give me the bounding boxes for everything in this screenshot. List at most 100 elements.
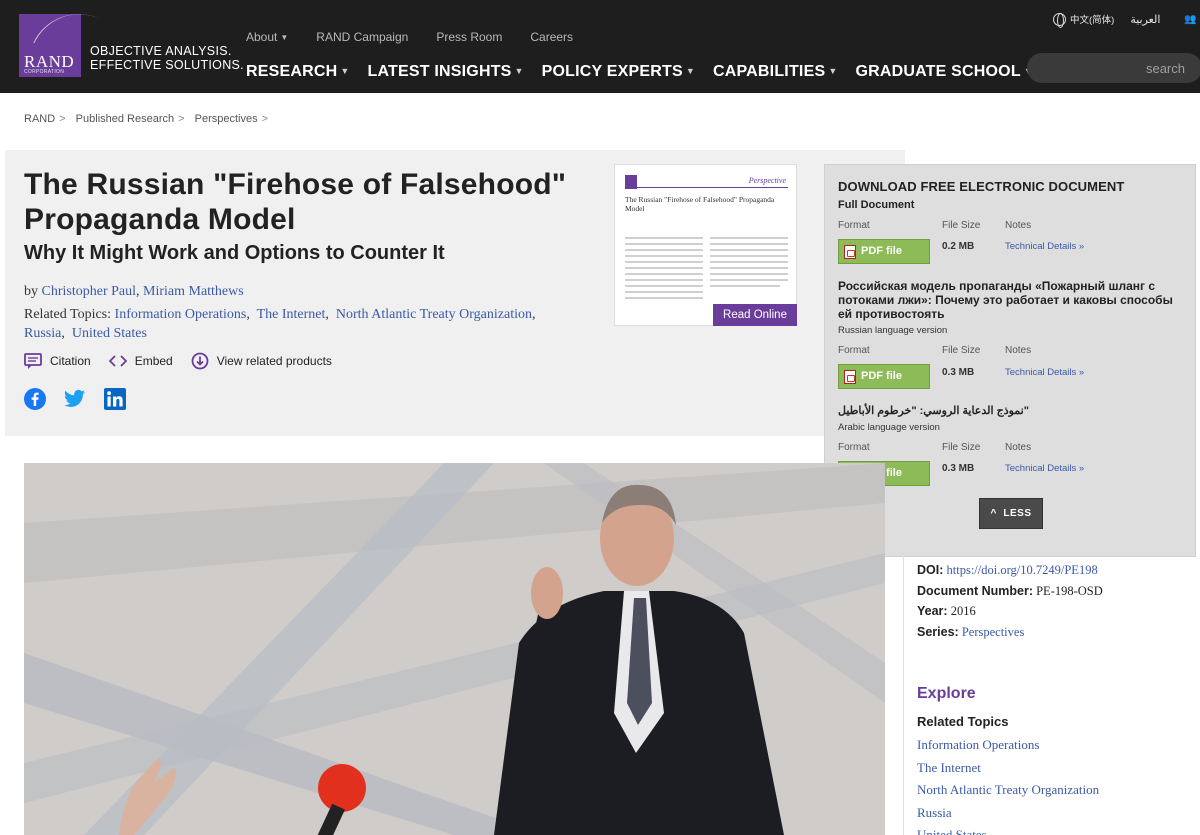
- technical-details-link[interactable]: Technical Details »: [1005, 241, 1084, 252]
- nav-latest-insights[interactable]: LATEST INSIGHTS ▼: [368, 63, 524, 81]
- topic-link[interactable]: Information Operations: [115, 307, 247, 322]
- thumbnail-text-line: [710, 279, 788, 281]
- doi-label: DOI:: [917, 563, 944, 577]
- nav-research[interactable]: RESEARCH ▼: [246, 63, 350, 81]
- file-size-header: File Size: [942, 345, 981, 356]
- page-title: The Russian "Firehose of Falsehood" Prop…: [24, 168, 567, 236]
- nav-about[interactable]: About ▼: [246, 30, 288, 44]
- author-link[interactable]: Christopher Paul: [42, 284, 137, 299]
- embed-label: Embed: [134, 354, 173, 368]
- thumbnail-text-line: [625, 291, 703, 293]
- breadcrumb-perspectives[interactable]: Perspectives: [195, 113, 258, 125]
- doi-row: DOI: https://doi.org/10.7249/PE198: [917, 560, 1103, 581]
- nav-research-label: RESEARCH: [246, 63, 338, 80]
- download-full-document: Full Document Format File Size Notes PDF…: [838, 199, 1183, 269]
- thumbnail-text-line: [710, 243, 788, 245]
- topic-link[interactable]: Russia: [24, 326, 61, 341]
- citation-button[interactable]: Citation: [24, 352, 91, 370]
- nav-graduate-school-label: GRADUATE SCHOOL: [855, 63, 1021, 80]
- topic-link[interactable]: North Atlantic Treaty Organization: [336, 307, 532, 322]
- technical-details-link[interactable]: Technical Details »: [1005, 367, 1084, 378]
- format-header: Format: [838, 345, 870, 356]
- thumbnail-text-line: [625, 249, 703, 251]
- nav-press-room[interactable]: Press Room: [436, 30, 502, 44]
- thumbnail-text-line: [710, 285, 780, 287]
- breadcrumb-separator: >: [59, 113, 66, 125]
- thumbnail-text-line: [625, 267, 703, 269]
- breadcrumb-published-research[interactable]: Published Research: [76, 113, 174, 125]
- document-thumbnail[interactable]: Perspective The Russian "Firehose of Fal…: [614, 164, 797, 326]
- thumbnail-text-line: [710, 255, 788, 257]
- thumbnail-text-line: [625, 243, 703, 245]
- topic-link[interactable]: United States: [72, 326, 147, 341]
- nav-about-label: About: [246, 30, 278, 44]
- year-value: 2016: [950, 604, 976, 618]
- notes-header: Notes: [1005, 345, 1032, 356]
- user-icon: 👥: [1184, 13, 1197, 25]
- less-button[interactable]: ^ LESS: [979, 498, 1043, 529]
- twitter-icon[interactable]: [64, 388, 86, 410]
- site-header: RAND CORPORATION OBJECTIVE ANALYSIS. EFF…: [0, 0, 1200, 93]
- related-topics-label: Related Topics:: [24, 307, 112, 322]
- pdf-download-button[interactable]: PDF file: [838, 239, 930, 264]
- doi-link[interactable]: https://doi.org/10.7249/PE198: [947, 563, 1098, 577]
- nav-policy-experts[interactable]: POLICY EXPERTS ▼: [542, 63, 695, 81]
- search-input[interactable]: [1035, 53, 1185, 83]
- arrow-down-circle-icon: [191, 352, 209, 370]
- thumbnail-text-line: [710, 249, 788, 251]
- globe-icon: [1053, 12, 1066, 28]
- related-topic-link[interactable]: Russia: [917, 802, 1099, 825]
- related-topic-link[interactable]: United States: [917, 824, 1099, 835]
- page-subtitle: Why It Might Work and Options to Counter…: [24, 242, 445, 264]
- series-link[interactable]: Perspectives: [962, 625, 1024, 639]
- nav-capabilities-label: CAPABILITIES: [712, 63, 826, 80]
- year-label: Year:: [917, 604, 948, 618]
- author-link[interactable]: Miriam Matthews: [143, 284, 244, 299]
- related-topic-link[interactable]: Information Operations: [917, 734, 1099, 757]
- nav-latest-insights-label: LATEST INSIGHTS: [367, 63, 512, 80]
- logo-subtext: CORPORATION: [24, 69, 65, 75]
- download-russian-version: Российская модель пропаганды «Пожарный ш…: [838, 279, 1183, 389]
- year-row: Year: 2016: [917, 601, 1103, 622]
- download-arabic-version: نموذج الدعاية الروسي: "خرطوم الأباطيل" A…: [838, 404, 1183, 494]
- chevron-down-icon: ▼: [340, 66, 350, 76]
- by-label: by: [24, 284, 38, 299]
- breadcrumb-rand[interactable]: RAND: [24, 113, 55, 125]
- full-document-title: Full Document: [838, 199, 915, 211]
- thumbnail-rule: [625, 187, 788, 188]
- related-topics-line: Related Topics: Information Operations, …: [24, 307, 536, 341]
- view-related-label: View related products: [216, 354, 332, 368]
- related-topic-link[interactable]: The Internet: [917, 757, 1099, 780]
- main-nav: RESEARCH ▼ LATEST INSIGHTS ▼ POLICY EXPERT…: [246, 63, 1051, 81]
- authors-line: by Christopher Paul, Miriam Matthews: [24, 284, 244, 299]
- file-size-value: 0.3 MB: [942, 463, 975, 474]
- pdf-download-button[interactable]: PDF file: [838, 364, 930, 389]
- nav-capabilities[interactable]: CAPABILITIES ▼: [713, 63, 837, 81]
- facebook-icon[interactable]: [24, 388, 46, 410]
- russian-version-label: Russian language version: [838, 325, 948, 336]
- read-online-button[interactable]: Read Online: [713, 304, 797, 326]
- thumbnail-text-line: [710, 273, 788, 275]
- rand-logo[interactable]: RAND CORPORATION: [19, 0, 109, 77]
- lang-chinese-link[interactable]: 中文(简体): [1070, 12, 1114, 26]
- thumbnail-text-line: [625, 261, 703, 263]
- topic-link[interactable]: The Internet: [257, 307, 326, 322]
- nav-careers[interactable]: Careers: [530, 30, 573, 44]
- related-topics-heading: Related Topics: [917, 714, 1009, 729]
- nav-rand-campaign[interactable]: RAND Campaign: [316, 30, 408, 44]
- technical-details-link[interactable]: Technical Details »: [1005, 463, 1084, 474]
- view-related-button[interactable]: View related products: [191, 352, 332, 370]
- pdf-button-label: PDF file: [861, 245, 902, 257]
- file-size-header: File Size: [942, 442, 981, 453]
- linkedin-icon[interactable]: [104, 388, 126, 410]
- thumbnail-text-line: [625, 237, 703, 239]
- pdf-icon: [844, 245, 856, 259]
- related-topic-link[interactable]: North Atlantic Treaty Organization: [917, 779, 1099, 802]
- sign-in-link[interactable]: 👥 Si: [1184, 14, 1200, 25]
- chevron-down-icon: ▼: [514, 66, 524, 76]
- nav-graduate-school[interactable]: GRADUATE SCHOOL▼: [855, 63, 1032, 81]
- thumbnail-text-line: [625, 273, 703, 275]
- lang-arabic-link[interactable]: العربية: [1130, 13, 1160, 26]
- document-number-row: Document Number: PE-198-OSD: [917, 581, 1103, 602]
- embed-button[interactable]: Embed: [108, 352, 173, 370]
